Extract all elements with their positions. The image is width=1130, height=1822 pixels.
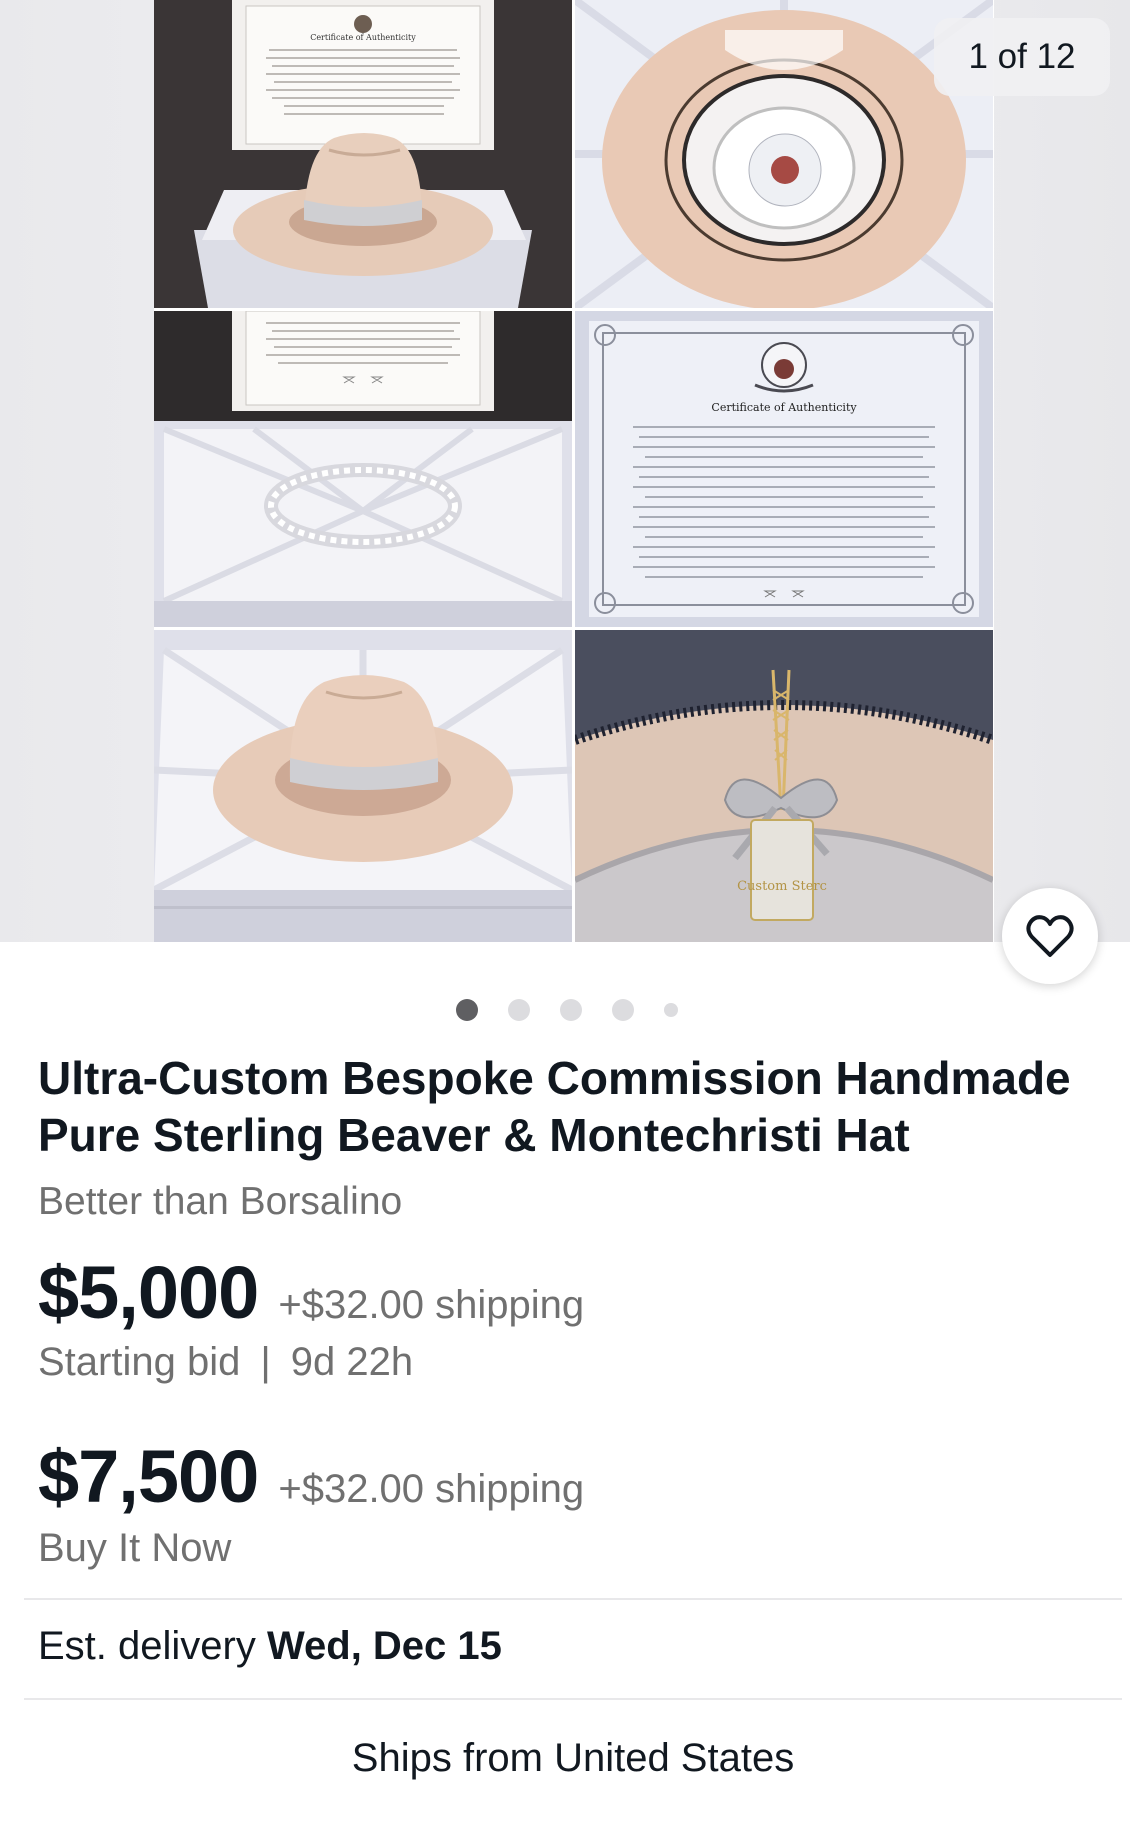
starting-bid-price: $5,000: [38, 1251, 259, 1334]
auction-price-row: $5,000 +$32.00 shipping: [38, 1250, 584, 1335]
buy-now-shipping-cost: +$32.00 shipping: [278, 1467, 585, 1511]
starting-bid-label: Starting bid: [38, 1340, 241, 1384]
buy-now-label: Buy It Now: [38, 1526, 232, 1570]
delivery-date: Wed, Dec 15: [266, 1624, 502, 1668]
image-gallery[interactable]: Certificate of Authenticity Certificate …: [0, 0, 1130, 942]
page-dot-5[interactable]: [664, 1003, 678, 1017]
page-dot-4[interactable]: [612, 999, 634, 1021]
photo-hat-interior: [575, 0, 993, 308]
heart-outline-icon: [1026, 915, 1074, 957]
gallery-pagination[interactable]: [0, 998, 1130, 1022]
photo-certificate: Certificate of Authenticity: [575, 311, 993, 627]
divider: [24, 1598, 1122, 1600]
page-dot-2[interactable]: [508, 999, 530, 1021]
auction-meta: Starting bid | 9d 22h: [38, 1340, 413, 1385]
photo-satin-stand: [154, 311, 572, 627]
auction-shipping-cost: +$32.00 shipping: [278, 1283, 585, 1327]
delivery-label: Est. delivery: [38, 1624, 256, 1668]
estimated-delivery: Est. delivery Wed, Dec 15: [38, 1624, 502, 1669]
buy-now-price-row: $7,500 +$32.00 shipping: [38, 1434, 584, 1519]
meta-separator: |: [260, 1340, 271, 1384]
divider: [24, 1698, 1122, 1700]
image-counter: 1 of 12: [934, 18, 1110, 96]
ships-from: Ships from United States: [351, 1736, 795, 1780]
watch-button[interactable]: [1002, 888, 1098, 984]
photo-bow-tag: Custom Sterc: [575, 630, 993, 942]
listing-title: Ultra-Custom Bespoke Commission Handmade…: [38, 1052, 1071, 1161]
listing-subtitle: Better than Borsalino: [38, 1180, 403, 1223]
page-dot-1[interactable]: [456, 999, 478, 1021]
time-left: 9d 22h: [290, 1340, 414, 1384]
photo-hat-in-box: Certificate of Authenticity: [154, 0, 572, 308]
certificate-title-small: Certificate of Authenticity: [310, 33, 416, 42]
photo-hat-on-satin: [154, 630, 572, 942]
certificate-title: Certificate of Authenticity: [711, 401, 857, 414]
tag-text: Custom Sterc: [737, 879, 827, 894]
photo-collage[interactable]: Certificate of Authenticity Certificate …: [154, 0, 994, 942]
page-dot-3[interactable]: [560, 999, 582, 1021]
buy-now-price: $7,500: [38, 1435, 259, 1518]
